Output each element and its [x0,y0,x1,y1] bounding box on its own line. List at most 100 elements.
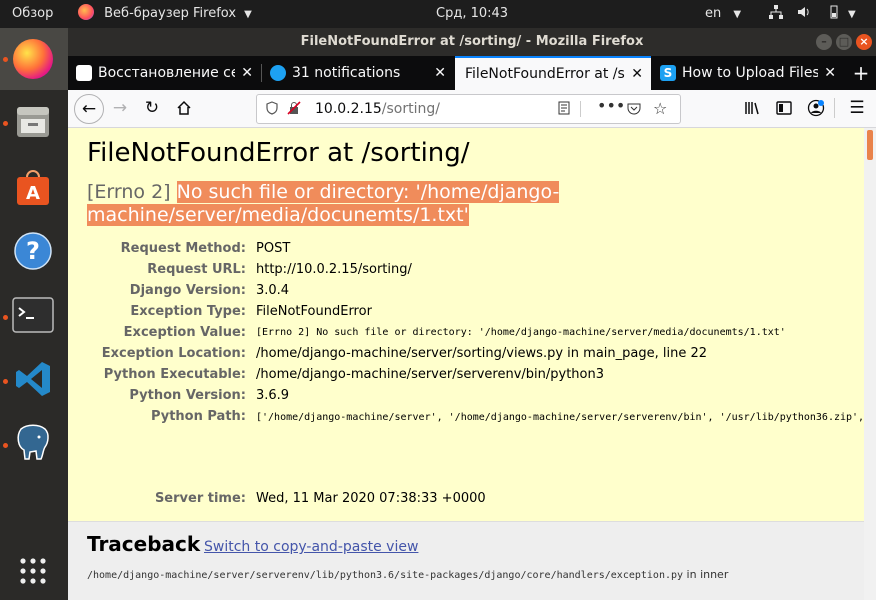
plus-icon: + [852,61,870,85]
back-button[interactable]: ← [74,94,104,124]
terminal-icon [12,297,54,333]
separator [834,98,835,118]
page-actions-icon[interactable]: ••• [597,92,625,120]
dock-software[interactable]: A [10,164,56,210]
tab-restore-session[interactable]: Восстановление се ✕ [68,56,261,90]
url-path: /sorting/ [381,101,440,117]
meta-key: Python Path: [150,409,246,424]
dock-files[interactable] [10,98,56,144]
forward-button[interactable]: → [106,94,134,122]
frame-function: inner [700,568,729,581]
show-applications-button[interactable] [10,548,56,594]
traceback-heading: Traceback [87,532,201,556]
battery-icon[interactable] [826,0,842,28]
meta-value: 3.0.4 [256,283,290,298]
tab-how-to-upload[interactable]: S How to Upload Files ✕ [652,56,844,90]
software-bag-icon: A [17,170,49,205]
close-tab-icon[interactable]: ✕ [241,56,253,90]
tab-file-not-found[interactable]: FileNotFoundError at /s ✕ [455,56,651,90]
sidebar-button[interactable] [770,94,798,122]
firefox-icon [13,39,53,79]
activities-button[interactable]: Обзор [12,0,53,28]
arrow-left-icon: ← [81,99,97,119]
home-button[interactable] [170,94,198,122]
traceback-frame-path: /home/django-machine/server/serverenv/li… [87,568,728,581]
close-tab-icon[interactable]: ✕ [434,56,446,90]
meta-value: Wed, 11 Mar 2020 07:38:33 +0000 [256,491,486,506]
dock-pgadmin[interactable] [10,420,56,466]
svg-text:?: ? [26,237,40,265]
close-window-button[interactable]: × [856,34,872,50]
open-menu-button[interactable]: ☰ [843,94,871,122]
page-scrollbar[interactable] [864,128,876,600]
meta-value: FileNotFoundError [256,304,372,319]
firefox-icon [78,4,94,20]
dock-help[interactable]: ? [10,228,56,274]
library-button[interactable] [738,94,766,122]
close-tab-icon[interactable]: ✕ [631,58,643,90]
traceback-section: Traceback Switch to copy-and-paste view … [68,522,864,600]
shield-icon[interactable] [265,95,279,123]
close-tab-icon[interactable]: ✕ [824,56,836,90]
url-text[interactable]: 10.0.2.15/sorting/ [315,95,440,123]
reader-view-icon[interactable] [557,95,571,123]
language-indicator[interactable]: en ▼ [705,0,741,28]
meta-key: Request Method: [120,241,246,256]
page-title: FileNotFoundError at /sorting/ [87,138,470,168]
meta-value: /home/django-machine/server/sorting/view… [256,346,708,361]
url-host: 10.0.2.15 [315,101,382,117]
meta-key: Exception Value: [123,325,246,340]
tab-label: 31 notifications [292,65,401,81]
app-menu[interactable]: Веб-браузер Firefox ▼ [78,0,252,28]
volume-icon[interactable] [796,0,812,28]
dock-firefox[interactable] [10,36,56,82]
error-summary: FileNotFoundError at /sorting/ [Errno 2]… [68,128,876,522]
meta-key: Django Version: [129,283,246,298]
meta-key: Python Executable: [103,367,246,382]
switch-copy-paste-link[interactable]: Switch to copy-and-paste view [204,539,418,555]
library-icon [745,102,759,115]
vscode-icon [16,362,50,396]
frame-file-path: /home/django-machine/server/serverenv/li… [87,570,684,581]
pocket-icon[interactable] [627,95,641,123]
meta-key: Exception Type: [130,304,246,319]
minimize-button[interactable]: – [816,34,832,50]
tab-label: FileNotFoundError at /s [465,66,625,82]
url-bar[interactable]: 10.0.2.15/sorting/ ••• ☆ [256,94,681,124]
chat-bubble-icon [270,65,286,81]
app-grid-icon [20,558,46,584]
dock-vscode[interactable] [10,356,56,402]
clock[interactable]: Срд, 10:43 [436,0,508,28]
meta-key: Exception Location: [101,346,246,361]
error-message: [Errno 2] No such file or directory: '/h… [87,181,807,227]
meta-value: [Errno 2] No such file or directory: '/h… [256,327,786,338]
meta-value-python-path: ['/home/django-machine/server', '/home/d… [256,412,876,423]
meta-value: http://10.0.2.15/sorting/ [256,262,412,277]
chevron-down-icon: ▼ [244,9,252,20]
account-button[interactable] [802,94,830,122]
network-icon[interactable] [768,0,784,28]
hamburger-menu-icon: ☰ [849,98,865,118]
dock-terminal[interactable] [10,292,56,338]
new-tab-button[interactable]: + [846,56,876,90]
maximize-button[interactable]: □ [836,34,852,50]
help-icon: ? [14,232,52,270]
page-content[interactable]: FileNotFoundError at /sorting/ [Errno 2]… [68,128,876,600]
insecure-lock-icon[interactable] [287,95,301,123]
frame-in: in [686,568,697,581]
bookmark-star-icon[interactable]: ☆ [653,95,667,123]
svg-text:A: A [26,183,40,204]
system-menu-chevron-icon[interactable]: ▼ [848,0,856,28]
home-icon [177,100,191,115]
postgresql-elephant-icon [17,424,49,460]
tab-notifications[interactable]: 31 notifications ✕ [262,56,454,90]
dock: A ? [0,28,68,600]
app-menu-label: Веб-браузер Firefox [104,6,237,21]
scrollbar-thumb[interactable] [867,130,873,160]
window-titlebar[interactable]: FileNotFoundError at /sorting/ - Mozilla… [68,28,876,56]
language-label: en [705,6,722,21]
reload-icon: ↻ [144,98,160,118]
window-title: FileNotFoundError at /sorting/ - Mozilla… [300,34,644,49]
reload-button[interactable]: ↻ [138,94,166,122]
navigation-toolbar: ← → ↻ 10.0.2.15/sorting/ ••• ☆ ☰ [68,90,876,128]
